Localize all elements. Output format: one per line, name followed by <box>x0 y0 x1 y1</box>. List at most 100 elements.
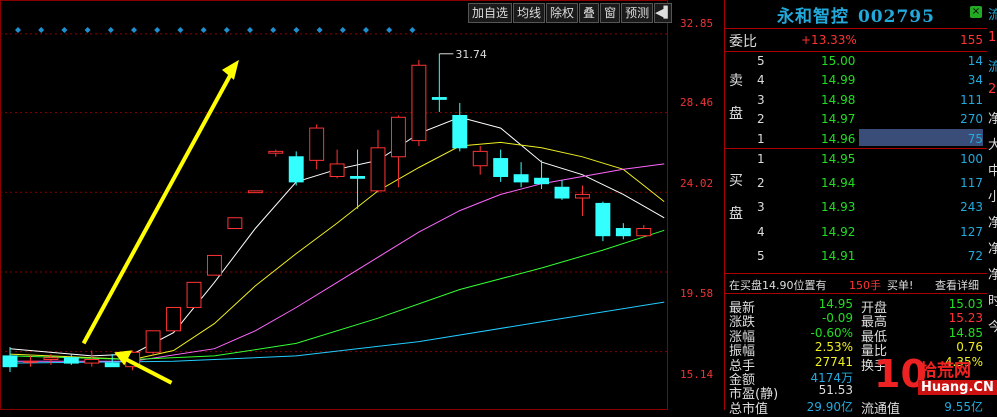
sell-price: 15.00 <box>821 54 856 68</box>
play-left-arrow-icon[interactable]: ◀▌ <box>654 3 673 23</box>
candle-body-down <box>350 176 366 179</box>
candle-body-up <box>472 150 488 167</box>
cropped-label: 净 <box>988 242 997 257</box>
y-tick-label: 24.02 <box>680 177 714 190</box>
marker-diamond <box>270 27 277 33</box>
cropped-label: 今 <box>988 320 997 335</box>
candle-body-up <box>411 64 427 142</box>
marker-diamond <box>363 27 369 33</box>
candle-body-up <box>166 306 182 332</box>
ma-line-ma60 <box>9 301 665 364</box>
marker-diamond <box>409 27 416 33</box>
cropped-label: 中 <box>988 164 997 179</box>
cropped-label: 大 <box>988 138 997 153</box>
order-detail-link[interactable]: 查看详细 <box>935 277 979 293</box>
order-info-text: 在买盘14.90位置有 <box>729 279 827 292</box>
cropped-label: 流 <box>988 60 997 75</box>
sell-level: 3 <box>757 92 765 107</box>
stock-title: 永和智控 002795 <box>725 2 987 27</box>
sell-row: 2 14.97 270 <box>725 110 987 129</box>
buy-level: 1 <box>757 152 765 166</box>
sell-price: 14.97 <box>821 112 856 127</box>
candle-body-up <box>186 281 202 308</box>
peak-annotation-label: 31.74 <box>455 48 487 61</box>
candle-body-down <box>534 177 550 185</box>
order-info-row: 在买盘14.90位置有 150手 买单! 查看详细 <box>725 275 987 294</box>
marker-diamond <box>107 27 114 33</box>
candle-body-up <box>145 330 161 353</box>
cropped-label: 1! <box>988 30 997 45</box>
y-tick-label: 32.85 <box>680 17 714 30</box>
webi-value: +13.33% <box>801 33 857 47</box>
ex-rights-button[interactable]: 除权 <box>546 3 579 23</box>
cropped-label: 小 <box>988 190 997 205</box>
moving-average-button[interactable]: 均线 <box>513 3 546 23</box>
window-button[interactable]: 窗 <box>600 3 621 23</box>
buy-row: 2 14.94 117 <box>725 174 987 193</box>
sell-volume: 111 <box>960 92 983 107</box>
sell-level: 5 <box>757 54 765 68</box>
candle-body-up <box>329 163 345 178</box>
close-icon[interactable]: × <box>970 6 982 18</box>
sell-volume: 14 <box>967 54 983 68</box>
webi-diff: 155 <box>960 33 983 47</box>
marker-diamond <box>84 27 91 33</box>
trend-arrow-left <box>125 357 173 385</box>
candle-body-down <box>63 357 79 364</box>
buy-row: 3 14.93 243 <box>725 198 987 217</box>
candle-body-down <box>615 228 631 237</box>
marker-diamond <box>38 27 45 33</box>
sell-level: 1 <box>757 131 765 146</box>
buy-price: 14.95 <box>821 152 856 166</box>
overlay-button[interactable]: 叠 <box>579 3 600 23</box>
divider <box>725 273 987 274</box>
y-tick-label: 15.14 <box>680 368 714 381</box>
order-info-qty: 150手 <box>849 279 881 292</box>
kline-chart[interactable]: 31.74 加自选 均线 除权 叠 窗 预测 ◀▌ <box>0 0 673 410</box>
buy-price: 14.93 <box>821 200 856 215</box>
buy-level: 5 <box>757 248 765 263</box>
candle-body-up <box>43 357 59 360</box>
marker-diamond <box>15 27 21 33</box>
buy-volume: 127 <box>960 224 983 239</box>
quote-panel: 永和智控 002795 × 委比 +13.33% 155 卖 盘 5 15.00 1… <box>724 0 987 417</box>
sell-volume: 270 <box>960 112 983 127</box>
candle-body-up <box>227 217 243 230</box>
candle-body-down <box>2 355 18 368</box>
marker-diamond <box>293 27 300 33</box>
candle-body-down <box>104 362 120 368</box>
cropped-label: 时 <box>988 294 997 309</box>
marker-diamond <box>316 27 323 33</box>
marker-diamond <box>223 27 230 33</box>
buy-volume: 72 <box>967 248 983 263</box>
trend-arrow-up-head <box>221 59 239 80</box>
marker-diamond <box>200 27 207 33</box>
buy-price: 14.94 <box>821 176 856 191</box>
marker-diamond <box>247 27 253 33</box>
sell-price: 14.96 <box>821 131 856 146</box>
cropped-label: 净 <box>988 216 997 231</box>
candle-body-down <box>452 115 468 149</box>
marker-diamond <box>177 27 184 33</box>
marker-diamond <box>386 27 393 33</box>
stock-code: 002795 <box>857 7 935 27</box>
sell-level: 4 <box>757 73 765 88</box>
webi-label: 委比 <box>729 34 757 50</box>
sell-row: 1 14.96 75 <box>725 130 987 149</box>
sell-level: 2 <box>757 112 765 127</box>
sell-price: 14.99 <box>821 73 856 88</box>
buy-level: 3 <box>757 200 765 215</box>
candle-body-up <box>84 359 100 364</box>
marker-diamond <box>131 27 137 33</box>
sell-row: 3 14.98 111 <box>725 91 987 110</box>
buy-volume: 243 <box>960 200 983 215</box>
y-tick-label: 19.58 <box>680 287 714 300</box>
add-watchlist-button[interactable]: 加自选 <box>468 3 513 23</box>
stock-name: 永和智控 <box>777 7 850 27</box>
marker-diamond <box>339 27 346 33</box>
candle-body-up <box>636 228 652 237</box>
forecast-button[interactable]: 预测 <box>621 3 654 23</box>
candle-body-up <box>22 360 38 363</box>
cropped-right-column: 流1!流2!净大中小净净净时今 <box>988 0 997 410</box>
stat-label: 总市值 <box>729 401 769 417</box>
